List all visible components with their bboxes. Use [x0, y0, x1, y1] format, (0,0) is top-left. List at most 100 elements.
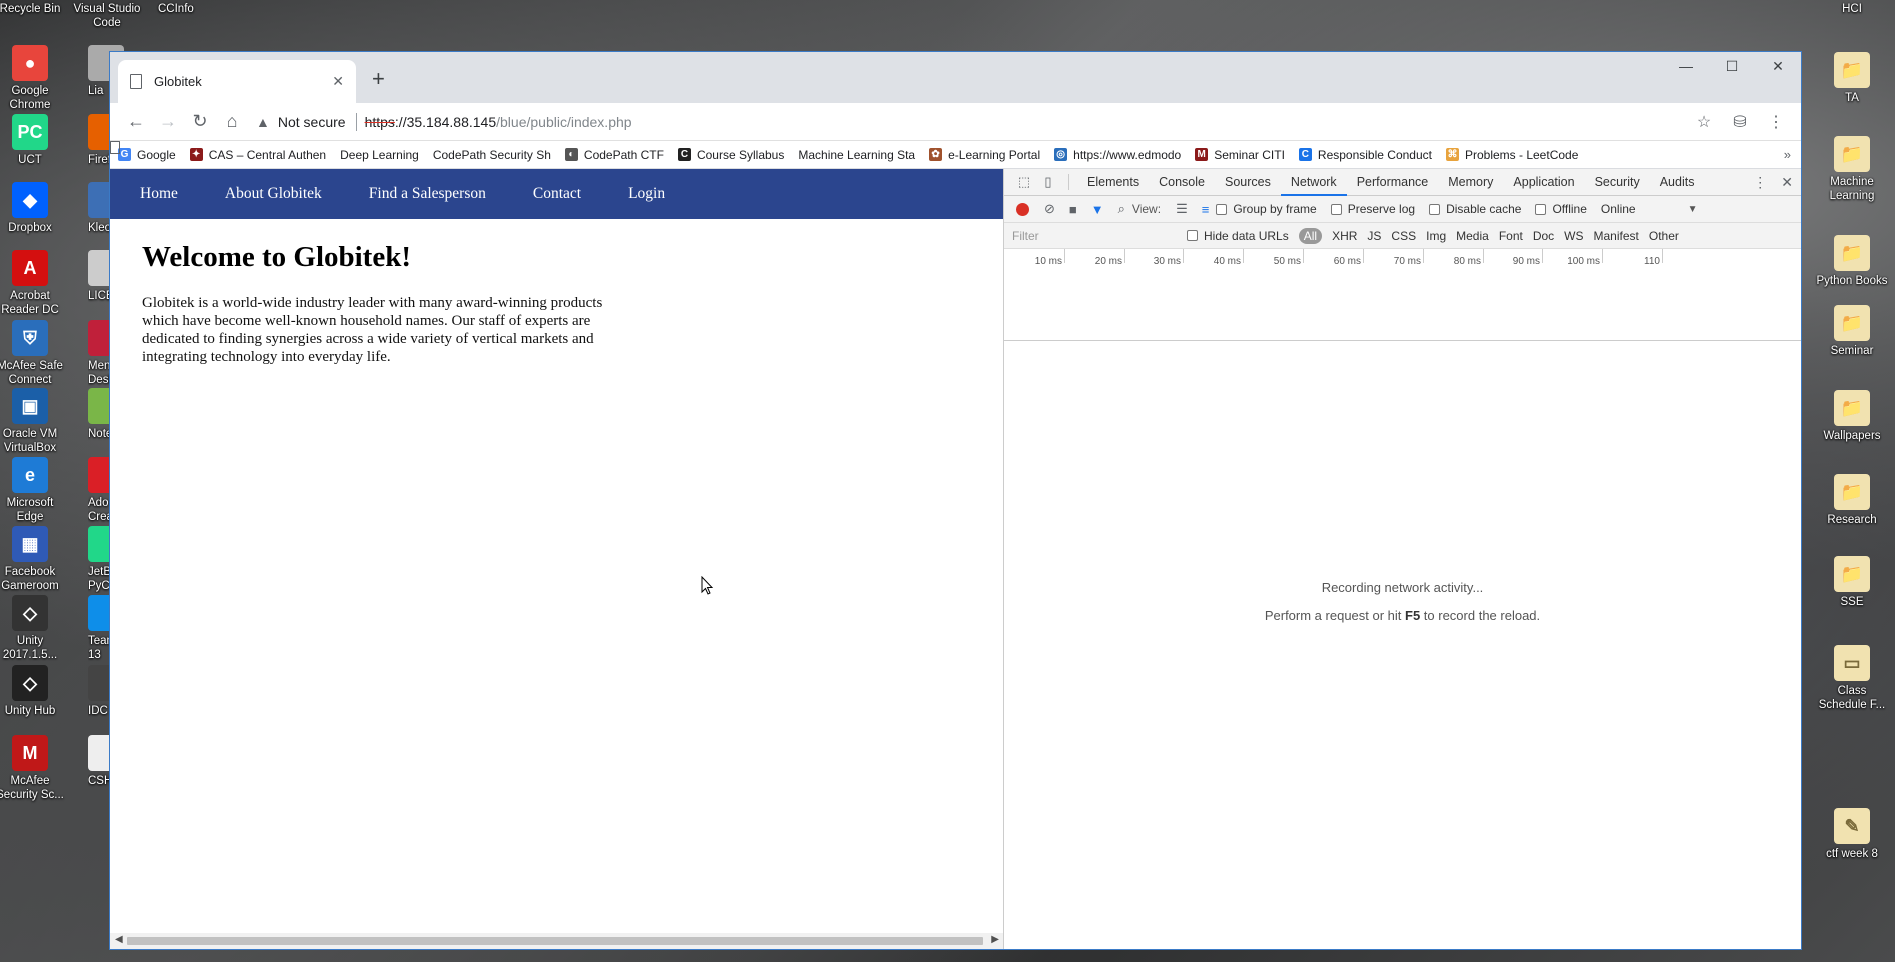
- bookmark-item[interactable]: ✦ CAS – Central Authen: [189, 148, 326, 162]
- tab-globitek[interactable]: Globitek ✕: [118, 60, 356, 103]
- desktop-icon[interactable]: A Acrobat Reader DC: [0, 250, 66, 317]
- bookmark-item[interactable]: ✿ e-Learning Portal: [929, 148, 1040, 162]
- warning-icon[interactable]: ▲: [256, 114, 270, 130]
- preserve-log-checkbox[interactable]: Preserve log: [1330, 202, 1415, 216]
- maximize-icon[interactable]: ☐: [1709, 52, 1755, 80]
- more-bookmarks-icon[interactable]: »: [1784, 147, 1791, 162]
- filter-icon[interactable]: ▼: [1091, 202, 1104, 217]
- tab-audits[interactable]: Audits: [1650, 169, 1705, 196]
- record-icon[interactable]: [1016, 202, 1029, 216]
- hide-data-urls-checkbox[interactable]: Hide data URLs: [1187, 229, 1289, 243]
- filter-type-manifest[interactable]: Manifest: [1594, 229, 1639, 243]
- desktop-icon[interactable]: Recycle Bin: [0, 2, 66, 16]
- list-view-icon[interactable]: ☰: [1176, 201, 1188, 217]
- offline-checkbox[interactable]: Offline: [1535, 202, 1587, 216]
- scroll-right-icon[interactable]: ▶: [991, 934, 999, 945]
- devtools-menu-icon[interactable]: ⋮: [1753, 169, 1767, 196]
- bookmark-item[interactable]: ⌘ Problems - LeetCode: [1445, 148, 1578, 162]
- bookmark-star-icon[interactable]: ☆: [1689, 112, 1719, 132]
- filter-type-js[interactable]: JS: [1367, 229, 1381, 243]
- desktop-icon[interactable]: 📁 SSE: [1816, 556, 1888, 609]
- desktop-icon[interactable]: 📁 TA: [1816, 52, 1888, 105]
- nav-link-contact[interactable]: Contact: [533, 185, 581, 203]
- desktop-icon[interactable]: e Microsoft Edge: [0, 457, 66, 524]
- scrollbar-thumb[interactable]: [127, 937, 983, 945]
- new-tab-button[interactable]: +: [372, 66, 385, 92]
- nav-link-login[interactable]: Login: [628, 185, 665, 203]
- bookmark-item[interactable]: ◐ CodePath CTF: [564, 148, 664, 162]
- filter-type-css[interactable]: CSS: [1391, 229, 1416, 243]
- screenshot-icon[interactable]: ■: [1069, 202, 1077, 217]
- desktop-icon[interactable]: ▦ Facebook Gameroom: [0, 526, 66, 593]
- filter-type-other[interactable]: Other: [1649, 229, 1679, 243]
- bookmark-item[interactable]: ◎ https://www.edmodo: [1054, 148, 1181, 162]
- desktop-icon[interactable]: ✎ ctf week 8: [1816, 808, 1888, 861]
- desktop-icon[interactable]: ▭ Class Schedule F...: [1816, 645, 1888, 712]
- desktop-icon[interactable]: 📁 Wallpapers: [1816, 390, 1888, 443]
- group-by-frame-checkbox[interactable]: Group by frame: [1216, 202, 1317, 216]
- desktop-icon[interactable]: M McAfee Security Sc...: [0, 735, 66, 802]
- tab-security[interactable]: Security: [1585, 169, 1650, 196]
- desktop-icon[interactable]: PC UCT: [0, 114, 66, 167]
- device-toggle-icon[interactable]: ▯: [1036, 174, 1060, 190]
- filter-type-media[interactable]: Media: [1456, 229, 1489, 243]
- search-icon[interactable]: ⌕: [1118, 201, 1125, 217]
- filter-type-ws[interactable]: WS: [1564, 229, 1583, 243]
- throttle-select[interactable]: Online ▼: [1601, 202, 1698, 216]
- tab-console[interactable]: Console: [1149, 169, 1215, 196]
- menu-icon[interactable]: ⋮: [1761, 112, 1791, 132]
- desktop-icon[interactable]: Visual Studio Code: [70, 2, 144, 30]
- desktop-icon[interactable]: ◇ Unity Hub: [0, 665, 66, 718]
- filter-input[interactable]: Filter: [1012, 229, 1187, 243]
- desktop-icon[interactable]: ● Google Chrome: [0, 45, 66, 112]
- desktop-icon[interactable]: ◆ Dropbox: [0, 182, 66, 235]
- filter-type-all[interactable]: All: [1298, 227, 1323, 244]
- back-icon[interactable]: ←: [120, 107, 152, 137]
- bookmark-item[interactable]: Machine Learning Sta: [110, 141, 915, 162]
- filter-type-img[interactable]: Img: [1426, 229, 1446, 243]
- waterfall-view-icon[interactable]: ≡: [1202, 202, 1210, 217]
- extension-icon[interactable]: ⛁: [1725, 112, 1755, 132]
- desktop-icon[interactable]: ▣ Oracle VM VirtualBox: [0, 388, 66, 455]
- tab-performance[interactable]: Performance: [1347, 169, 1439, 196]
- tab-memory[interactable]: Memory: [1438, 169, 1503, 196]
- forward-icon[interactable]: →: [152, 107, 184, 137]
- bookmark-item[interactable]: CodePath Security Sh: [110, 141, 551, 162]
- desktop-icon[interactable]: HCI: [1816, 2, 1888, 16]
- tab-sources[interactable]: Sources: [1215, 169, 1281, 196]
- nav-link-about-globitek[interactable]: About Globitek: [225, 185, 322, 203]
- address-bar[interactable]: ▲ Not secure https://35.184.88.145/blue/…: [256, 107, 1689, 137]
- tab-elements[interactable]: Elements: [1077, 169, 1149, 196]
- tab-network[interactable]: Network: [1280, 169, 1347, 196]
- desktop-icon[interactable]: ◇ Unity 2017.1.5...: [0, 595, 66, 662]
- nav-link-find-a-salesperson[interactable]: Find a Salesperson: [369, 185, 486, 203]
- scroll-left-icon[interactable]: ◀: [115, 934, 123, 945]
- bookmark-item[interactable]: M Seminar CITI: [1195, 148, 1285, 162]
- bookmark-item[interactable]: G Google: [118, 148, 176, 162]
- desktop-label-ccinfo[interactable]: CCInfo: [158, 2, 218, 16]
- minimize-icon[interactable]: —: [1663, 52, 1709, 80]
- reload-icon[interactable]: ↻: [184, 107, 216, 137]
- filter-type-xhr[interactable]: XHR: [1332, 229, 1357, 243]
- disable-cache-checkbox[interactable]: Disable cache: [1429, 202, 1521, 216]
- desktop-icon[interactable]: ⛨ McAfee Safe Connect: [0, 320, 66, 387]
- clear-icon[interactable]: ⊘: [1044, 201, 1055, 217]
- tab-application[interactable]: Application: [1503, 169, 1584, 196]
- bookmark-item[interactable]: Deep Learning: [110, 141, 419, 162]
- bookmark-item[interactable]: C Responsible Conduct: [1298, 148, 1432, 162]
- close-tab-icon[interactable]: ✕: [332, 73, 344, 90]
- bookmark-item[interactable]: C Course Syllabus: [677, 148, 784, 162]
- desktop-icon[interactable]: 📁 Seminar: [1816, 305, 1888, 358]
- security-label[interactable]: Not secure: [278, 114, 346, 130]
- desktop-icon[interactable]: 📁 Python Books: [1816, 235, 1888, 288]
- filter-type-font[interactable]: Font: [1499, 229, 1523, 243]
- desktop-icon[interactable]: 📁 Research: [1816, 474, 1888, 527]
- horizontal-scrollbar[interactable]: ◀ ▶: [110, 933, 1003, 949]
- nav-link-home[interactable]: Home: [140, 185, 178, 203]
- filter-type-doc[interactable]: Doc: [1533, 229, 1554, 243]
- inspect-icon[interactable]: ⬚: [1012, 174, 1036, 190]
- close-window-icon[interactable]: ✕: [1755, 52, 1801, 80]
- home-icon[interactable]: ⌂: [216, 107, 248, 137]
- desktop-icon[interactable]: 📁 Machine Learning: [1816, 136, 1888, 203]
- close-devtools-icon[interactable]: ✕: [1781, 169, 1793, 196]
